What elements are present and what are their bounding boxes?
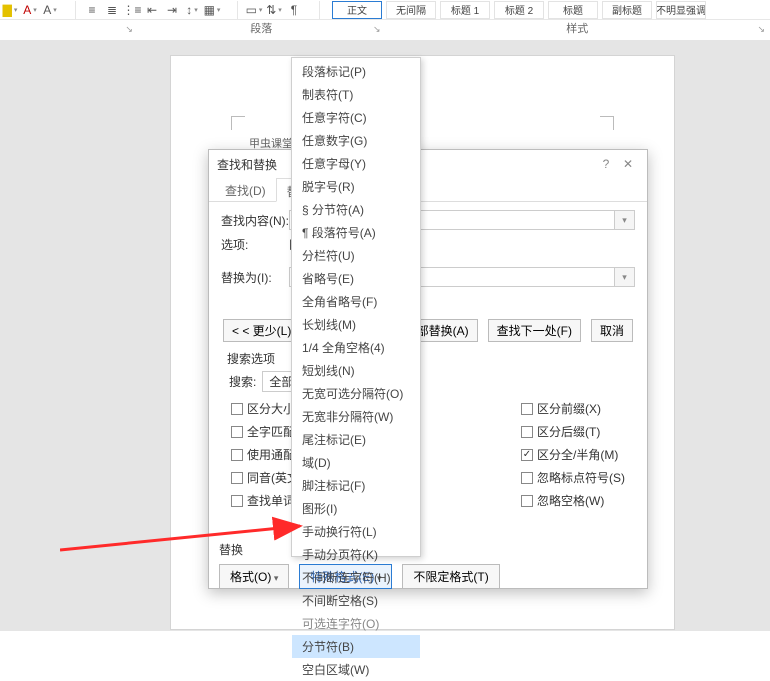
font-color-icon[interactable]: A (21, 1, 39, 19)
menu-item[interactable]: 无宽可选分隔符(O) (292, 382, 420, 405)
special-format-menu: 段落标记(P)制表符(T)任意字符(C)任意数字(G)任意字母(Y)脱字号(R)… (291, 57, 421, 557)
group-label: 段落 (250, 23, 272, 35)
menu-item[interactable]: 手动分页符(K) (292, 543, 420, 566)
menu-item[interactable]: 域(D) (292, 451, 420, 474)
style-item[interactable]: 副标题 (602, 1, 652, 19)
menu-item[interactable]: 全角省略号(F) (292, 290, 420, 313)
dialog-titlebar: 查找和替换 ? ✕ (209, 150, 647, 178)
menu-item[interactable]: 空白区域(W) (292, 658, 420, 681)
replace-label: 替换为(I): (221, 269, 289, 286)
format-button[interactable]: 格式(O) (219, 564, 289, 589)
menu-item[interactable]: 无宽非分隔符(W) (292, 405, 420, 428)
checkbox[interactable]: 区分全/半角(M) (521, 446, 625, 463)
menu-item[interactable]: 制表符(T) (292, 83, 420, 106)
multilevel-icon[interactable]: ⋮≡ (123, 1, 141, 19)
dialog-tabs: 查找(D) 替换(P) (209, 178, 647, 202)
menu-item[interactable]: 段落标记(P) (292, 60, 420, 83)
menu-item[interactable]: 可选连字符(O) (292, 612, 420, 635)
tab-find[interactable]: 查找(D) (215, 178, 276, 201)
checkbox[interactable]: 区分前缀(X) (521, 400, 625, 417)
find-replace-dialog: 查找和替换 ? ✕ 查找(D) 替换(P) 查找内容(N): ▾ 选项: 区 替… (208, 149, 648, 589)
margin-corner (600, 116, 614, 130)
separator (66, 1, 76, 19)
dec-indent-icon[interactable]: ⇤ (143, 1, 161, 19)
find-next-button[interactable]: 查找下一处(F) (488, 319, 581, 342)
search-options-label: 搜索选项 (227, 350, 635, 367)
char-shading-icon[interactable]: A (41, 1, 59, 19)
sort-icon[interactable]: ⇅ (265, 1, 283, 19)
replace-section-label: 替换 (219, 541, 637, 558)
separator (228, 1, 238, 19)
launcher-icon[interactable]: ↘ (373, 20, 381, 38)
style-item[interactable]: 标题 2 (494, 1, 544, 19)
menu-item[interactable]: 不间断空格(S) (292, 589, 420, 612)
shading-icon[interactable]: ▭ (245, 1, 263, 19)
numbering-icon[interactable]: ≣ (103, 1, 121, 19)
launcher-icon[interactable]: ↘ (757, 20, 765, 38)
options-grid: 区分大小写(H) 全字匹配(Y) 使用通配符(U) 同音(英文)(K) 查找单词… (221, 400, 635, 515)
menu-item[interactable]: 任意数字(G) (292, 129, 420, 152)
margin-corner (231, 116, 245, 130)
group-label: 样式 (566, 23, 588, 35)
group-font: ↘ (0, 20, 138, 40)
menu-item[interactable]: 脚注标记(F) (292, 474, 420, 497)
style-item[interactable]: 标题 1 (440, 1, 490, 19)
menu-item[interactable]: 图形(I) (292, 497, 420, 520)
menu-item[interactable]: 任意字符(C) (292, 106, 420, 129)
style-item[interactable]: 正文 (332, 1, 382, 19)
search-label: 搜索: (229, 373, 256, 390)
chevron-down-icon[interactable]: ▾ (614, 268, 634, 286)
help-icon[interactable]: ? (595, 157, 617, 171)
group-styles: 样式 ↘ (386, 20, 770, 40)
style-item[interactable]: 标题 (548, 1, 598, 19)
inc-indent-icon[interactable]: ⇥ (163, 1, 181, 19)
ribbon-group-bar: ↘ 段落 ↘ 样式 ↘ (0, 20, 770, 40)
menu-item[interactable]: 短划线(N) (292, 359, 420, 382)
separator (310, 1, 320, 19)
group-paragraph: 段落 ↘ (138, 20, 386, 40)
borders-icon[interactable]: ▦ (203, 1, 221, 19)
checkbox[interactable]: 忽略空格(W) (521, 492, 625, 509)
menu-item[interactable]: 尾注标记(E) (292, 428, 420, 451)
menu-item[interactable]: 1/4 全角空格(4) (292, 336, 420, 359)
menu-item[interactable]: 省略号(E) (292, 267, 420, 290)
cancel-button[interactable]: 取消 (591, 319, 633, 342)
find-label: 查找内容(N): (221, 212, 289, 229)
checkbox[interactable]: 区分后缀(T) (521, 423, 625, 440)
ribbon: ▇ A A ≡ ≣ ⋮≡ ⇤ ⇥ ↕ ▦ ▭ ⇅ ¶ 正文 无间隔 标题 1 标… (0, 0, 770, 20)
launcher-icon[interactable]: ↘ (125, 20, 133, 38)
menu-item[interactable]: 长划线(M) (292, 313, 420, 336)
less-button[interactable]: < < 更少(L) (223, 319, 300, 342)
line-spacing-icon[interactable]: ↕ (183, 1, 201, 19)
menu-item[interactable]: 不间断连字符(H) (292, 566, 420, 589)
menu-item[interactable]: § 分节符(A) (292, 198, 420, 221)
highlight-color-icon[interactable]: ▇ (1, 1, 19, 19)
show-marks-icon[interactable]: ¶ (285, 1, 303, 19)
bullets-icon[interactable]: ≡ (83, 1, 101, 19)
menu-item[interactable]: 分栏符(U) (292, 244, 420, 267)
menu-item[interactable]: 分节符(B) (292, 635, 420, 658)
dialog-form: 查找内容(N): ▾ 选项: 区 替换为(I): ▾ < < 更少(L) 替换(… (209, 202, 647, 515)
checkbox[interactable]: 忽略标点符号(S) (521, 469, 625, 486)
close-icon[interactable]: ✕ (617, 157, 639, 171)
menu-item[interactable]: 脱字号(R) (292, 175, 420, 198)
style-gallery: 正文 无间隔 标题 1 标题 2 标题 副标题 不明显强调 (332, 1, 706, 19)
menu-item[interactable]: 任意字母(Y) (292, 152, 420, 175)
style-item[interactable]: 不明显强调 (656, 1, 706, 19)
dialog-bottom: 替换 格式(O) 特殊格式(E) 不限定格式(T) (209, 536, 647, 588)
style-item[interactable]: 无间隔 (386, 1, 436, 19)
options-label: 选项: (221, 236, 289, 253)
menu-item[interactable]: ¶ 段落符号(A) (292, 221, 420, 244)
chevron-down-icon[interactable]: ▾ (614, 211, 634, 229)
menu-item[interactable]: 手动换行符(L) (292, 520, 420, 543)
